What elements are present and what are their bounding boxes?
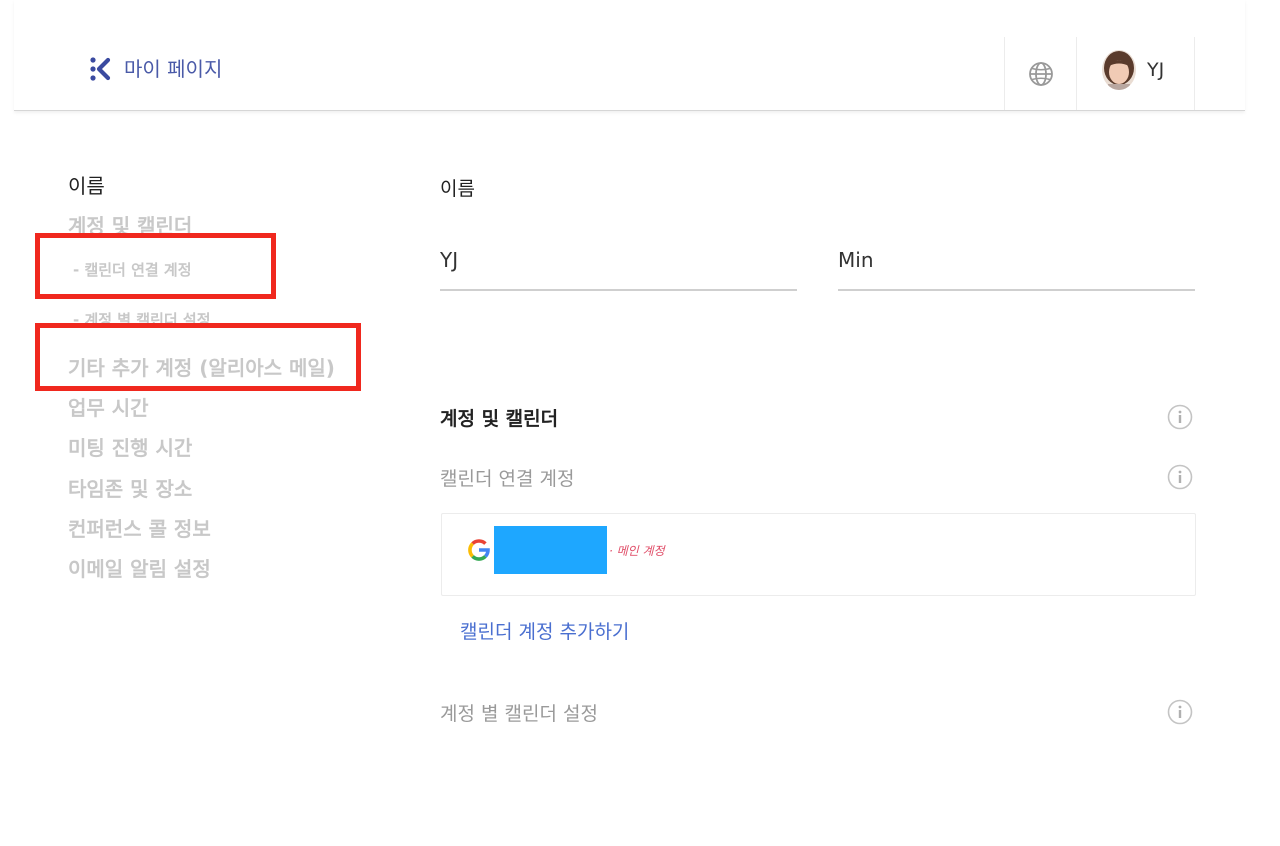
first-name-field[interactable]: YJ <box>440 246 797 291</box>
connected-accounts-label: 캘린더 연결 계정 <box>440 468 575 490</box>
profile-initials: YJ <box>1147 59 1165 81</box>
profile-button[interactable]: YJ <box>1076 37 1195 110</box>
redacted-email <box>494 526 607 574</box>
google-icon <box>468 539 490 561</box>
sidebar-item-timezone-location[interactable]: 타임존 및 장소 <box>68 473 192 502</box>
first-name-value: YJ <box>440 248 459 272</box>
language-button[interactable] <box>1004 37 1076 110</box>
sidebar-item-meeting-duration[interactable]: 미팅 진행 시간 <box>68 432 192 461</box>
per-account-calendar-label: 계정 별 캘린더 설정 <box>440 703 598 725</box>
name-section-title: 이름 <box>440 178 475 200</box>
avatar <box>1102 50 1136 90</box>
info-icon[interactable] <box>1167 404 1193 430</box>
info-icon[interactable] <box>1167 464 1193 490</box>
account-card[interactable]: · 메인 계정 <box>441 513 1196 596</box>
sidebar-item-work-hours[interactable]: 업무 시간 <box>68 392 149 421</box>
top-header: 마이 페이지 YJ <box>14 0 1245 111</box>
sidebar-item-email-notifications[interactable]: 이메일 알림 설정 <box>68 553 211 582</box>
globe-icon <box>1028 61 1053 86</box>
highlight-box-alias-email <box>35 323 361 391</box>
info-icon[interactable] <box>1167 699 1193 725</box>
last-name-field[interactable]: Min <box>838 246 1195 291</box>
page-title: 마이 페이지 <box>124 57 223 81</box>
last-name-value: Min <box>838 248 874 272</box>
main-account-tag: · 메인 계정 <box>609 544 665 558</box>
logo-mark-icon[interactable] <box>88 56 112 82</box>
sidebar-item-conference-call[interactable]: 컨퍼런스 콜 정보 <box>68 513 211 542</box>
accounts-section-title: 계정 및 캘린더 <box>440 408 559 430</box>
add-calendar-account-link[interactable]: 캘린더 계정 추가하기 <box>460 617 629 644</box>
highlight-box-connected-accounts <box>35 233 276 299</box>
sidebar-item-name[interactable]: 이름 <box>68 170 105 199</box>
